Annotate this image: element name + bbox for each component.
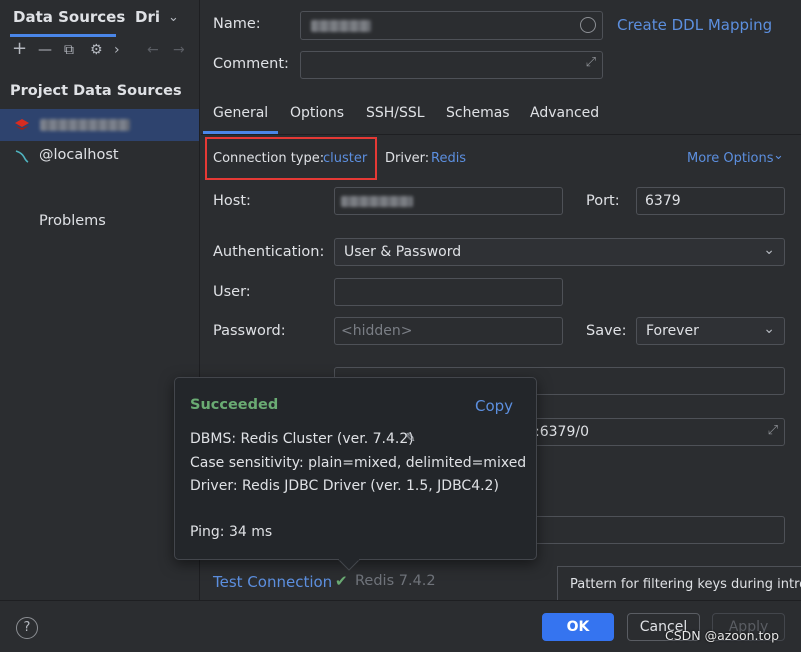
driver-label: Driver: (385, 151, 430, 166)
section-title: Project Data Sources (10, 83, 182, 99)
host-input[interactable] (334, 187, 563, 215)
tab-data-sources[interactable]: Data Sources (13, 8, 125, 26)
password-input[interactable]: <hidden> (334, 317, 563, 345)
forward-icon[interactable]: → (173, 42, 185, 58)
redis-icon (15, 119, 29, 130)
password-label: Password: (213, 323, 286, 339)
port-label: Port: (586, 193, 620, 209)
user-input[interactable] (334, 278, 563, 306)
save-label: Save: (586, 323, 627, 339)
redacted-host (341, 196, 413, 207)
duplicate-icon[interactable]: ⧉ (64, 42, 74, 58)
tabs-divider (201, 134, 801, 135)
host-label: Host: (213, 193, 251, 209)
port-value: 6379 (645, 193, 681, 209)
dialog-footer: ? OK Cancel Apply CSDN @azoon.top (0, 600, 801, 652)
tab-advanced[interactable]: Advanced (530, 105, 599, 121)
expand-icon[interactable]: ⤢ (586, 55, 596, 70)
tab-ssh-ssl[interactable]: SSH/SSL (366, 105, 425, 121)
pencil-icon[interactable]: ✎ (405, 431, 416, 446)
test-connection-link[interactable]: Test Connection (213, 573, 332, 591)
gear-icon[interactable]: ⚙ (90, 42, 103, 58)
url-fragment: :6379/0 (535, 424, 589, 440)
user-label: User: (213, 284, 251, 300)
save-value: Forever (646, 323, 699, 339)
tooltip-text: Pattern for filtering keys during intros… (570, 577, 801, 592)
back-icon[interactable]: ← (147, 42, 159, 58)
create-ddl-mapping-link[interactable]: Create DDL Mapping (617, 16, 772, 34)
circle-icon[interactable] (580, 17, 596, 33)
driver-value[interactable]: Redis (431, 151, 466, 166)
save-select[interactable]: Forever ⌄ (636, 317, 785, 345)
comment-label: Comment: (213, 56, 289, 72)
redacted-name (40, 119, 130, 131)
popup-pointer (338, 559, 360, 571)
copy-link[interactable]: Copy (475, 397, 513, 415)
more-options-link[interactable]: More Options (687, 151, 774, 166)
redis-localhost-icon (15, 150, 29, 163)
dbms-line: DBMS: Redis Cluster (ver. 7.4.2) (190, 431, 414, 447)
tab-drivers[interactable]: Dri (135, 8, 160, 26)
name-input[interactable] (300, 11, 603, 40)
checkmark-icon: ✔ (335, 572, 348, 590)
status-succeeded: Succeeded (190, 397, 279, 413)
comment-input[interactable]: ⤢ (300, 51, 603, 79)
ok-button[interactable]: OK (542, 613, 614, 641)
help-icon[interactable]: ? (16, 617, 38, 639)
password-placeholder: <hidden> (341, 323, 413, 339)
filter-tooltip: Pattern for filtering keys during intros… (557, 566, 801, 604)
tab-general[interactable]: General (213, 105, 268, 121)
chevron-down-icon[interactable]: ⌄ (773, 148, 784, 163)
data-source-item-localhost[interactable]: @localhost (39, 147, 119, 163)
connection-type-value[interactable]: cluster (323, 151, 367, 166)
tab-options[interactable]: Options (290, 105, 344, 121)
data-source-item-redis-cluster[interactable] (0, 109, 199, 141)
driver-line: Driver: Redis JDBC Driver (ver. 1.5, JDB… (190, 478, 499, 494)
name-label: Name: (213, 16, 261, 32)
test-result: Redis 7.4.2 (355, 573, 436, 589)
port-input[interactable]: 6379 (636, 187, 785, 215)
expand-icon[interactable]: ⤢ (768, 423, 778, 438)
case-sensitivity-line: Case sensitivity: plain=mixed, delimited… (190, 455, 527, 471)
chevron-down-icon[interactable]: ⌄ (168, 10, 179, 25)
authentication-label: Authentication: (213, 244, 325, 260)
connection-type-label: Connection type: (213, 151, 325, 166)
test-connection-popup: Succeeded Copy DBMS: Redis Cluster (ver.… (174, 377, 537, 560)
authentication-value: User & Password (344, 244, 462, 260)
ping-line: Ping: 34 ms (190, 524, 273, 540)
chevron-down-icon[interactable]: ⌄ (763, 242, 775, 258)
add-icon[interactable]: + (12, 38, 27, 59)
more-icon[interactable]: › (114, 42, 120, 58)
authentication-select[interactable]: User & Password ⌄ (334, 238, 785, 266)
chevron-down-icon[interactable]: ⌄ (763, 321, 775, 337)
tab-schemas[interactable]: Schemas (446, 105, 510, 121)
problems-item[interactable]: Problems (39, 213, 106, 229)
watermark: CSDN @azoon.top (665, 628, 780, 643)
redacted-name (311, 20, 371, 32)
active-tab-indicator (10, 34, 116, 37)
remove-icon[interactable]: — (38, 42, 52, 58)
data-sources-panel: Data Sources Dri ⌄ + — ⧉ ⚙ › ← → Project… (0, 0, 200, 600)
